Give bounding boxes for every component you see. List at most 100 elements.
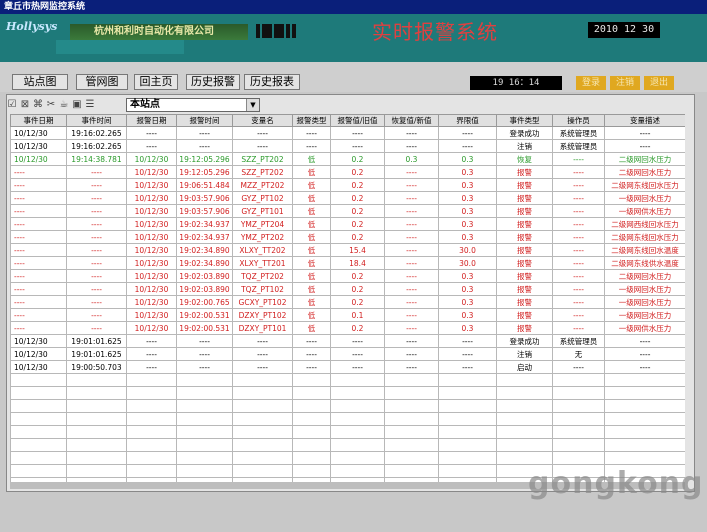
column-header[interactable]: 变量名 — [232, 114, 293, 127]
table-cell: 0.2 — [330, 282, 385, 296]
table-cell — [232, 438, 293, 452]
move-icon[interactable]: ⌘ — [32, 99, 44, 111]
column-header[interactable]: 恢复值/新值 — [384, 114, 439, 127]
table-cell: ---- — [10, 230, 67, 244]
table-cell — [438, 373, 497, 387]
table-row[interactable]: 10/12/30 19:16:02.265 ---- ---- ---- ---- ----… — [10, 139, 685, 153]
tools-icon[interactable]: ✂ — [45, 99, 57, 111]
table-cell: 19:03:57.906 — [176, 191, 233, 205]
station-select[interactable]: 本站点 ▼ — [126, 98, 260, 112]
table-cell: 0.1 — [330, 308, 385, 322]
table-row-empty[interactable] — [10, 386, 685, 400]
table-row[interactable]: ---- ---- 10/12/30 19:06:51.484 MZZ_PT202 低 0.… — [10, 178, 685, 192]
table-row[interactable]: ---- ---- 10/12/30 19:02:34.937 YMZ_PT204 低 0.… — [10, 217, 685, 231]
table-cell: 19:12:05.296 — [176, 152, 233, 166]
column-header[interactable]: 报警类型 — [292, 114, 331, 127]
table-cell: 0.3 — [438, 191, 497, 205]
table-cell: ---- — [10, 204, 67, 218]
table-row[interactable]: 10/12/30 19:14:38.781 10/12/30 19:12:05.296… — [10, 152, 685, 166]
table-cell — [330, 373, 385, 387]
column-header[interactable]: 报警时间 — [176, 114, 233, 127]
table-cell — [496, 399, 553, 413]
table-cell: 10/12/30 — [10, 126, 67, 140]
column-header[interactable]: 操作员 — [552, 114, 605, 127]
chevron-down-icon[interactable]: ▼ — [246, 99, 259, 111]
table-cell: 19:02:34.937 — [176, 230, 233, 244]
table-cell: 低 — [292, 321, 331, 335]
table-row[interactable]: ---- ---- 10/12/30 19:02:00.531 DZXY_PT101 低 0… — [10, 321, 685, 335]
table-cell — [10, 425, 67, 439]
table-cell: 报警 — [496, 295, 553, 309]
table-row-empty[interactable] — [10, 451, 685, 465]
table-cell: 报警 — [496, 204, 553, 218]
company-banner: 杭州和利时自动化有限公司 — [70, 24, 248, 40]
table-cell — [176, 399, 233, 413]
home-button[interactable]: 回主页 — [134, 74, 178, 90]
table-cell: 0.2 — [330, 230, 385, 244]
table-cell — [438, 425, 497, 439]
table-row[interactable]: ---- ---- 10/12/30 19:02:34.890 XLXY_TT202 低 1… — [10, 243, 685, 257]
table-cell: 一级网回水压力 — [604, 282, 685, 296]
table-cell: ---- — [66, 217, 127, 231]
table-row[interactable]: ---- ---- 10/12/30 19:02:00.765 GCXY_PT102 低 0… — [10, 295, 685, 309]
table-row-empty[interactable] — [10, 425, 685, 439]
table-row[interactable]: 10/12/30 19:00:50.703 ---- ---- ---- ---- ----… — [10, 360, 685, 374]
list-icon[interactable]: ☰ — [84, 99, 96, 111]
column-header[interactable]: 事件日期 — [10, 114, 67, 127]
column-header[interactable]: 报警值/旧值 — [330, 114, 385, 127]
column-header[interactable]: 事件类型 — [496, 114, 553, 127]
table-row-empty[interactable] — [10, 412, 685, 426]
clear-icon[interactable]: ⊠ — [19, 99, 31, 111]
table-cell: ---- — [126, 126, 177, 140]
table-row[interactable]: ---- ---- 10/12/30 19:02:03.890 TQZ_PT102 低 0.… — [10, 282, 685, 296]
table-cell: ---- — [66, 191, 127, 205]
table-cell: 恢复 — [496, 152, 553, 166]
table-cell: 0.2 — [330, 269, 385, 283]
table-cell — [232, 386, 293, 400]
station-map-button[interactable]: 站点图 — [12, 74, 68, 90]
table-row[interactable]: 10/12/30 19:01:01.625 ---- ---- ---- ---- ----… — [10, 347, 685, 361]
table-cell — [552, 425, 605, 439]
table-cell: ---- — [438, 126, 497, 140]
table-cell: ---- — [552, 178, 605, 192]
save-icon[interactable]: ▣ — [71, 99, 83, 111]
column-header[interactable]: 界限值 — [438, 114, 497, 127]
alarm-table[interactable]: 事件日期 事件时间 报警日期 报警时间 变量名 报警类型 报警值/旧值 恢复值/新值 界限值 事件… — [10, 114, 685, 482]
table-cell: ---- — [384, 230, 439, 244]
table-cell: ---- — [384, 321, 439, 335]
cup-icon[interactable]: ☕ — [58, 99, 70, 111]
table-row-empty[interactable] — [10, 438, 685, 452]
table-cell: ---- — [552, 321, 605, 335]
table-cell: 登录成功 — [496, 334, 553, 348]
table-row[interactable]: ---- ---- 10/12/30 19:12:05.296 SZZ_PT202 低 0.… — [10, 165, 685, 179]
column-header[interactable]: 报警日期 — [126, 114, 177, 127]
table-cell — [330, 399, 385, 413]
login-button[interactable]: 登录 — [576, 76, 606, 90]
exit-button[interactable]: 退出 — [644, 76, 674, 90]
table-cell: 低 — [292, 295, 331, 309]
table-cell: ---- — [552, 217, 605, 231]
table-cell: 0.3 — [438, 269, 497, 283]
table-cell: ---- — [330, 347, 385, 361]
checkbox-icon[interactable]: ☑ — [6, 99, 18, 111]
table-cell — [496, 425, 553, 439]
table-row[interactable]: ---- ---- 10/12/30 19:03:57.906 GYZ_PT102 低 0.… — [10, 191, 685, 205]
history-report-button[interactable]: 历史报表 — [244, 74, 300, 90]
table-row[interactable]: ---- ---- 10/12/30 19:02:03.890 TQZ_PT202 低 0.… — [10, 269, 685, 283]
table-cell — [552, 412, 605, 426]
table-row[interactable]: 10/12/30 19:16:02.265 ---- ---- ---- ---- ----… — [10, 126, 685, 140]
table-row[interactable]: ---- ---- 10/12/30 19:02:34.937 YMZ_PT202 低 0.… — [10, 230, 685, 244]
table-row[interactable]: 10/12/30 19:01:01.625 ---- ---- ---- ---- ----… — [10, 334, 685, 348]
column-header[interactable]: 变量描述 — [604, 114, 685, 127]
table-cell: 10/12/30 — [126, 243, 177, 257]
table-row-empty[interactable] — [10, 373, 685, 387]
table-row[interactable]: ---- ---- 10/12/30 19:02:34.890 XLXY_TT201 低 1… — [10, 256, 685, 270]
column-header[interactable]: 事件时间 — [66, 114, 127, 127]
table-cell — [126, 451, 177, 465]
table-row[interactable]: ---- ---- 10/12/30 19:03:57.906 GYZ_PT101 低 0.… — [10, 204, 685, 218]
network-map-button[interactable]: 管网图 — [76, 74, 128, 90]
logout-button[interactable]: 注销 — [610, 76, 640, 90]
table-row-empty[interactable] — [10, 399, 685, 413]
history-alarm-button[interactable]: 历史报警 — [186, 74, 240, 90]
table-row[interactable]: ---- ---- 10/12/30 19:02:00.531 DZXY_PT102 低 0… — [10, 308, 685, 322]
